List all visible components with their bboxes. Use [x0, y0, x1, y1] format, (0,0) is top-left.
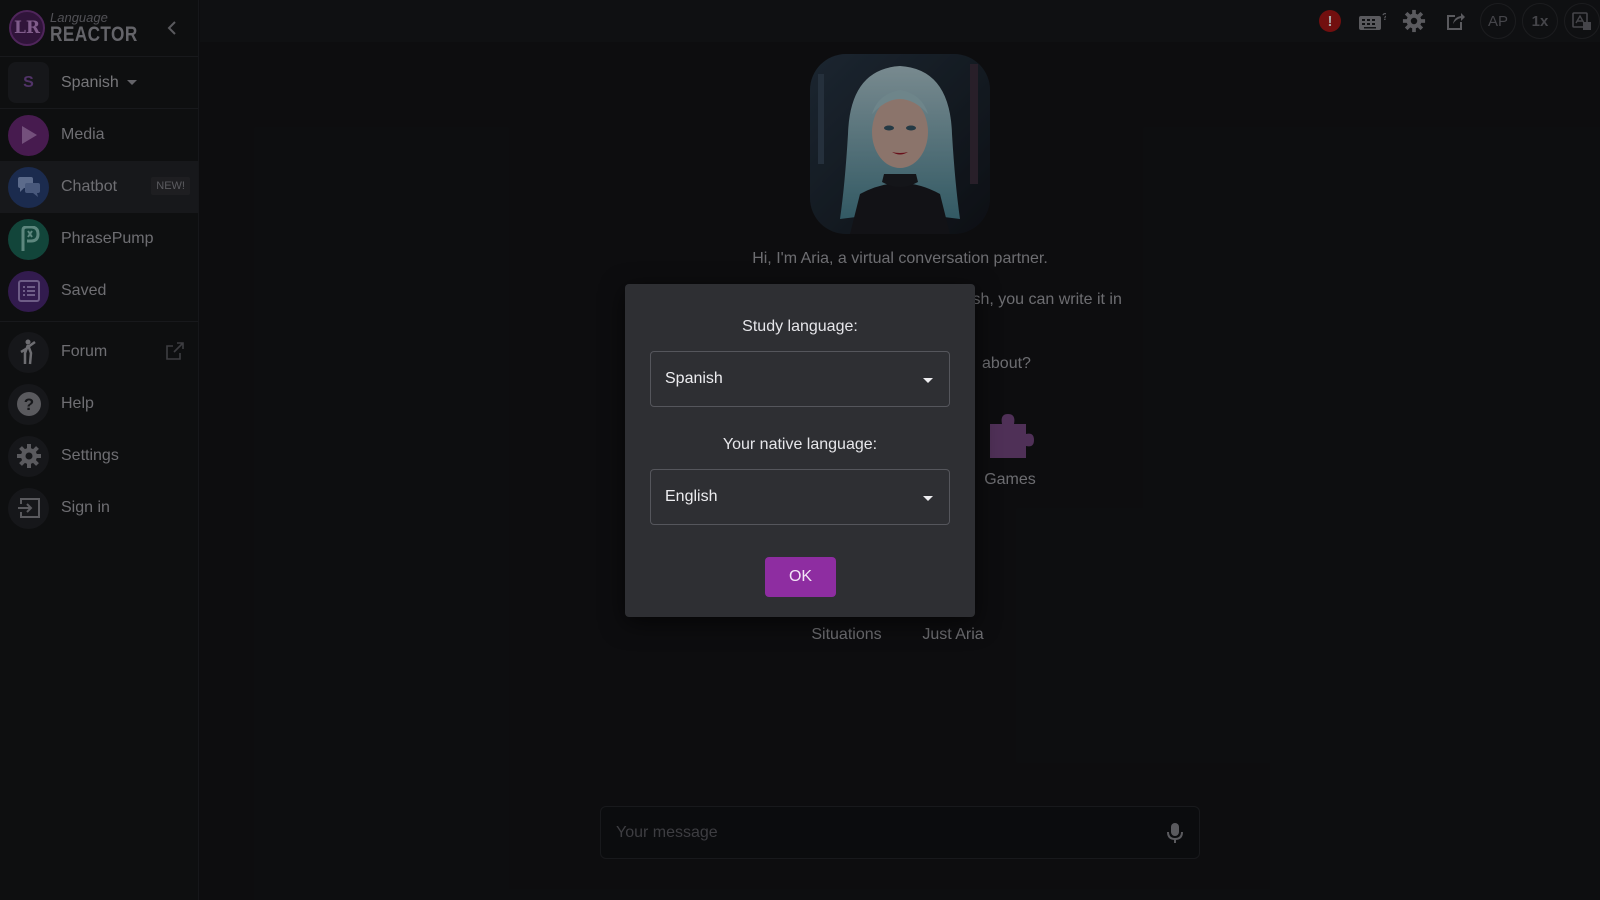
native-language-select[interactable]: English	[650, 469, 950, 525]
dropdown-arrow-icon	[923, 378, 933, 383]
native-language-label: Your native language:	[722, 436, 878, 453]
language-setup-dialog: Study language: Spanish Your native lang…	[625, 284, 975, 617]
native-language-value: English	[665, 488, 718, 505]
study-language-select[interactable]: Spanish	[650, 351, 950, 407]
study-language-label: Study language:	[742, 318, 858, 335]
ok-button[interactable]: OK	[765, 557, 836, 597]
study-language-value: Spanish	[665, 370, 723, 387]
dropdown-arrow-icon	[923, 496, 933, 501]
